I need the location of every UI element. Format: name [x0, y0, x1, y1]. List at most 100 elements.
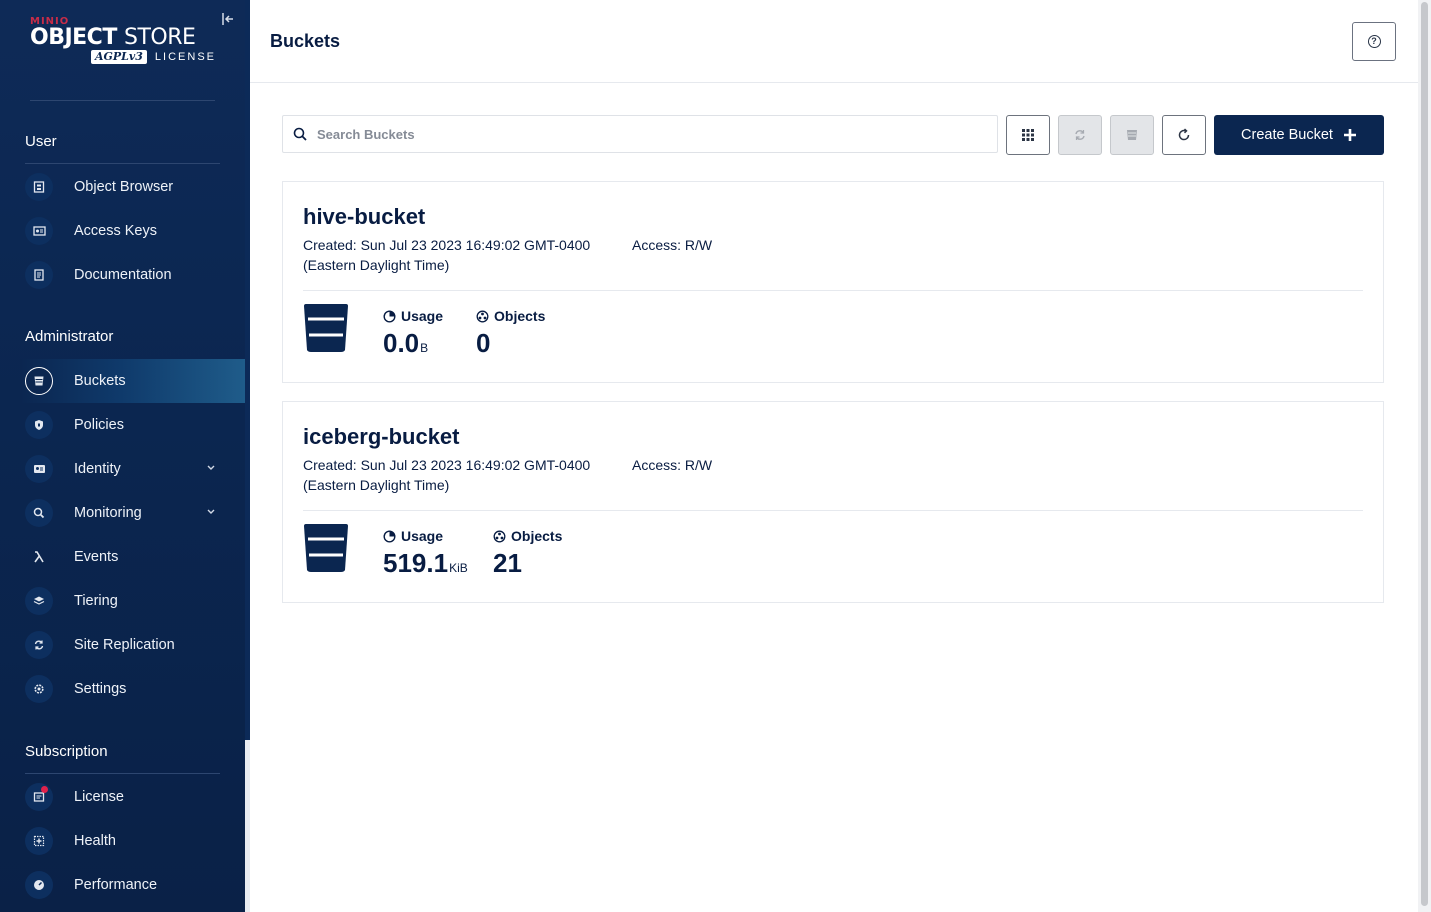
objects-value: 21	[493, 548, 522, 578]
help-icon: ?	[1367, 35, 1381, 48]
page-title: Buckets	[270, 31, 341, 51]
bucket-icon	[303, 304, 351, 354]
sidebar-item-label: Identity	[74, 461, 121, 477]
set-replication-button[interactable]	[1058, 115, 1102, 155]
license-icon	[25, 783, 53, 811]
replication-icon	[25, 631, 53, 659]
sidebar-item-performance[interactable]: Performance	[20, 863, 245, 907]
sidebar-item-object-browser[interactable]: Object Browser	[20, 165, 245, 209]
sidebar-item-label: Policies	[74, 417, 124, 433]
main-scrollbar-thumb[interactable]	[1421, 2, 1428, 906]
sidebar-item-documentation[interactable]: Documentation	[20, 253, 245, 297]
collapse-sidebar-icon[interactable]	[219, 12, 237, 30]
bucket-created-date: Created: Sun Jul 23 2023 16:49:02 GMT-04…	[303, 237, 591, 273]
objects-icon	[493, 530, 506, 542]
section-title-user: User	[25, 133, 57, 150]
grid-icon	[1022, 129, 1034, 141]
refresh-icon	[1178, 128, 1190, 141]
pie-chart-icon	[383, 309, 396, 323]
logo-license-row: AGPLv3 LICENSE	[30, 50, 216, 64]
object-browser-icon	[25, 173, 53, 201]
plus-icon	[1343, 125, 1357, 145]
set-lifecycle-button[interactable]	[1110, 115, 1154, 155]
pie-chart-icon	[383, 529, 396, 543]
bucket-access: Access: R/W	[632, 457, 713, 473]
usage-value: 519.1	[383, 548, 449, 578]
logo-product-bold: OBJECT	[30, 25, 117, 50]
bucket-icon	[303, 524, 351, 574]
search-box[interactable]	[282, 115, 998, 153]
objects-label: Objects	[511, 528, 563, 544]
sidebar-item-label: Buckets	[74, 373, 126, 389]
bucket-card[interactable]: hive-bucket Created: Sun Jul 23 2023 16:…	[282, 181, 1384, 383]
usage-label: Usage	[401, 308, 444, 324]
sidebar-item-tiering[interactable]: Tiering	[20, 579, 245, 623]
sidebar-item-buckets[interactable]: Buckets	[20, 359, 245, 403]
usage-value: 0.0	[383, 328, 420, 358]
bucket-name[interactable]: iceberg-bucket	[303, 424, 460, 450]
sidebar-item-label: Settings	[74, 681, 127, 697]
objects-icon	[476, 310, 489, 322]
objects-metric: Objects 0	[476, 308, 545, 358]
identity-icon	[25, 455, 53, 483]
help-button[interactable]: ?	[1352, 22, 1396, 61]
sidebar-item-label: Access Keys	[74, 223, 157, 239]
logo-license-text: LICENSE	[154, 51, 216, 63]
usage-label: Usage	[401, 528, 444, 544]
monitoring-icon	[25, 499, 53, 527]
bucket-icon	[25, 367, 53, 395]
sidebar-item-access-keys[interactable]: Access Keys	[20, 209, 245, 253]
grid-view-button[interactable]	[1006, 115, 1050, 155]
sidebar-item-events[interactable]: Events	[20, 535, 245, 579]
sidebar-item-policies[interactable]: Policies	[20, 403, 245, 447]
usage-metric: Usage 519.1KiB	[383, 528, 468, 583]
card-divider	[303, 290, 1363, 291]
layers-icon	[25, 587, 53, 615]
sidebar-item-settings[interactable]: Settings	[20, 667, 245, 711]
bucket-created-date: Created: Sun Jul 23 2023 16:49:02 GMT-04…	[303, 457, 591, 493]
sidebar-item-identity[interactable]: Identity	[20, 447, 245, 491]
main-scrollbar[interactable]	[1418, 0, 1431, 912]
usage-unit: B	[420, 341, 429, 355]
documentation-icon	[25, 261, 53, 289]
sidebar-item-monitoring[interactable]: Monitoring	[20, 491, 245, 535]
refresh-button[interactable]	[1162, 115, 1206, 155]
sidebar-item-label: Events	[74, 549, 119, 565]
search-input[interactable]	[317, 117, 987, 151]
search-icon	[293, 127, 307, 141]
access-keys-icon	[25, 217, 53, 245]
sidebar-item-license[interactable]: License	[20, 775, 245, 819]
lifecycle-icon	[1127, 130, 1137, 140]
minio-logo: MINIO OBJECT STORE AGPLv3 LICENSE	[30, 16, 220, 76]
sidebar-item-health[interactable]: Health	[20, 819, 245, 863]
sidebar-item-label: Health	[74, 833, 116, 849]
create-bucket-button[interactable]: Create Bucket	[1214, 115, 1384, 155]
logo-divider	[30, 100, 215, 101]
sidebar-scrollbar[interactable]	[245, 0, 250, 912]
notification-badge	[41, 786, 48, 793]
sidebar-item-label: Documentation	[74, 267, 172, 283]
sidebar-item-site-replication[interactable]: Site Replication	[20, 623, 245, 667]
chevron-down-icon[interactable]	[206, 508, 216, 519]
sidebar-scrollbar-thumb[interactable]	[245, 0, 250, 740]
objects-label: Objects	[494, 308, 546, 324]
logo-product-light: STORE	[124, 25, 196, 50]
section-divider	[25, 773, 220, 774]
replication-icon	[1075, 130, 1085, 140]
sidebar-item-label: License	[74, 789, 124, 805]
create-bucket-label: Create Bucket	[1241, 127, 1333, 143]
bucket-access: Access: R/W	[632, 237, 713, 253]
sidebar-item-label: Site Replication	[74, 637, 175, 653]
sidebar-item-label: Object Browser	[74, 179, 174, 195]
card-divider	[303, 510, 1363, 511]
lambda-icon	[25, 543, 53, 571]
section-title-subscription: Subscription	[25, 743, 108, 760]
logo-product-name: OBJECT STORE	[30, 26, 220, 50]
bucket-name[interactable]: hive-bucket	[303, 204, 425, 230]
gear-icon	[25, 675, 53, 703]
usage-unit: KiB	[449, 561, 468, 575]
bucket-card[interactable]: iceberg-bucket Created: Sun Jul 23 2023 …	[282, 401, 1384, 603]
page-header: Buckets ?	[250, 0, 1418, 83]
objects-value: 0	[476, 328, 491, 358]
chevron-down-icon[interactable]	[206, 464, 216, 475]
